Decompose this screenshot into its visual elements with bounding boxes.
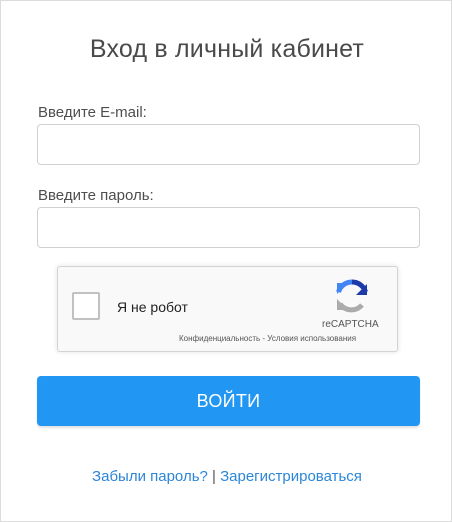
forgot-password-link[interactable]: Забыли пароль? (92, 468, 208, 485)
recaptcha-links: Конфиденциальность - Условия использован… (179, 334, 385, 343)
recaptcha-label: Я не робот (117, 299, 188, 315)
login-button[interactable]: ВОЙТИ (37, 376, 420, 426)
password-field[interactable] (37, 207, 420, 248)
password-label: Введите пароль: (38, 187, 154, 204)
recaptcha-logo-icon (336, 279, 368, 313)
recaptcha-brand: reCAPTCHA (322, 319, 379, 330)
recaptcha-privacy-link[interactable]: Конфиденциальность (179, 334, 260, 343)
footer-links: Забыли пароль? | Зарегистрироваться (1, 468, 452, 485)
email-field[interactable] (37, 124, 420, 165)
recaptcha-terms-link[interactable]: Условия использования (267, 334, 356, 343)
register-link[interactable]: Зарегистрироваться (220, 468, 362, 485)
footer-separator: | (207, 468, 221, 485)
recaptcha-widget: Я не робот reCAPTCHA Конфиденциальность … (57, 266, 398, 352)
page-title: Вход в личный кабинет (89, 35, 365, 63)
recaptcha-checkbox[interactable] (72, 292, 100, 320)
login-card: Вход в личный кабинет Введите E-mail: Вв… (0, 0, 452, 522)
email-label: Введите E-mail: (38, 104, 147, 121)
